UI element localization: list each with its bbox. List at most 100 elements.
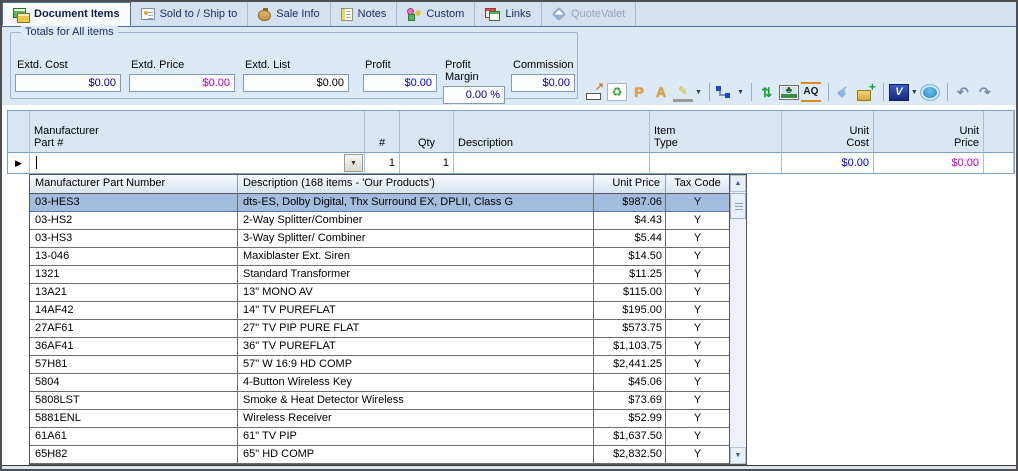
link-items-icon[interactable]: ▼: [715, 85, 744, 100]
notepad-icon: [341, 8, 353, 21]
scroll-up-icon[interactable]: ▲: [730, 175, 746, 192]
col-header-row-selector: [8, 111, 30, 153]
toolbar-separator: ▼: [878, 83, 884, 101]
redo-icon[interactable]: ↷ ▼: [975, 82, 995, 102]
document-items-icon: [13, 8, 29, 21]
toolbar-separator: ▼: [746, 83, 752, 101]
col-header-line-number: #: [365, 111, 400, 153]
tab-links[interactable]: Links: [475, 2, 542, 26]
grab-item-icon[interactable]: ☛ ▼: [834, 82, 854, 102]
part-number-cell[interactable]: ▼: [30, 153, 365, 173]
extd-list-value: $0.00: [243, 74, 349, 92]
aq-etilize-icon[interactable]: AQ ▼: [801, 82, 821, 102]
commission-label: Commission: [513, 59, 575, 71]
extd-price-label: Extd. Price: [131, 59, 235, 71]
text-caret: [36, 156, 37, 169]
dropdown-caret-icon[interactable]: ▼: [911, 89, 918, 96]
qty-cell[interactable]: 1: [400, 153, 454, 173]
scroll-down-icon[interactable]: ▼: [730, 447, 746, 464]
highlighter-icon[interactable]: ✎ ▼: [673, 82, 702, 102]
col-header-filler: [984, 111, 1014, 153]
lookup-row[interactable]: 61A61 61" TV PIP $1,637.50 Y: [30, 428, 729, 446]
dropdown-caret-icon[interactable]: ▼: [737, 89, 744, 96]
field-commission: Commission $0.00: [511, 59, 575, 92]
extd-cost-label: Extd. Cost: [17, 59, 121, 71]
tab-sold-to-ship-to[interactable]: Sold to / Ship to: [131, 2, 249, 26]
lookup-col-part-number[interactable]: Manufacturer Part Number: [30, 175, 238, 194]
tab-quotevalet[interactable]: QuoteValet: [542, 2, 636, 26]
lookup-row[interactable]: 03-HS3 3-Way Splitter/ Combiner $5.44 Y: [30, 230, 729, 248]
product-lookup-dropdown: Manufacturer Part Number Description (16…: [29, 174, 747, 465]
lookup-row[interactable]: 27AF61 27" TV PIP PURE FLAT $573.75 Y: [30, 320, 729, 338]
item-type-cell[interactable]: [650, 153, 782, 173]
lookup-row[interactable]: 5881ENL Wireless Receiver $52.99 Y: [30, 410, 729, 428]
profit-margin-label: Profit Margin: [445, 59, 505, 83]
col-header-unit-cost: UnitCost: [782, 111, 874, 153]
lookup-row[interactable]: 57H81 57" W 16:9 HD COMP $2,441.25 Y: [30, 356, 729, 374]
lookup-row[interactable]: 03-HS2 2-Way Splitter/Combiner $4.43 Y: [30, 212, 729, 230]
lookup-row[interactable]: 5804 4-Button Wireless Key $45.06 Y: [30, 374, 729, 392]
profit-label: Profit: [365, 59, 437, 71]
quotevalet-menu-icon[interactable]: V ▼: [889, 84, 918, 101]
field-profit-margin: Profit Margin 0.00 %: [443, 59, 505, 104]
line-number-cell[interactable]: 1: [365, 153, 400, 173]
unit-cost-cell[interactable]: $0.00: [782, 153, 874, 173]
add-package-icon[interactable]: ▼: [856, 82, 876, 102]
lookup-rows: 03-HES3 dts-ES, Dolby Digital, Thx Surro…: [30, 194, 729, 464]
lookup-row[interactable]: 13A21 13" MONO AV $115.00 Y: [30, 284, 729, 302]
lookup-row[interactable]: 1321 Standard Transformer $11.25 Y: [30, 266, 729, 284]
part-number-combo[interactable]: ▼: [34, 155, 360, 171]
dropdown-caret-icon[interactable]: ▼: [695, 89, 702, 96]
totals-group: Totals for All items Extd. Cost $0.00 Ex…: [10, 32, 578, 99]
profit-margin-value: 0.00 %: [443, 86, 505, 104]
maximize-row-height-icon[interactable]: ▼: [585, 82, 605, 102]
col-header-description: Description: [454, 111, 650, 153]
restore-row-height-icon[interactable]: ♻ ▼: [607, 83, 627, 101]
lookup-col-tax-code[interactable]: Tax Code: [666, 175, 729, 194]
extd-list-label: Extd. List: [245, 59, 349, 71]
lookup-row[interactable]: 13-046 Maxiblaster Ext. Siren $14.50 Y: [30, 248, 729, 266]
quote-window: Document Items Sold to / Ship to Sale In…: [0, 0, 1018, 471]
tab-bar: Document Items Sold to / Ship to Sale In…: [2, 2, 1016, 27]
tab-custom[interactable]: Custom: [397, 2, 475, 26]
unit-price-cell[interactable]: $0.00: [874, 153, 984, 173]
picture-icon[interactable]: ♣ ▼: [779, 85, 799, 100]
scrollbar-thumb[interactable]: [730, 193, 746, 219]
lookup-row[interactable]: 5808LST Smoke & Heat Detector Wireless $…: [30, 392, 729, 410]
toolbar-separator: ▼: [942, 83, 948, 101]
tab-notes[interactable]: Notes: [331, 2, 398, 26]
lookup-row[interactable]: 65H82 65" HD COMP $2,832.50 Y: [30, 446, 729, 464]
lookup-row[interactable]: 03-HES3 dts-ES, Dolby Digital, Thx Surro…: [30, 194, 729, 212]
window-bottom-strip: [2, 465, 1016, 469]
font-format-icon[interactable]: A ▼: [651, 82, 671, 102]
lookup-scrollbar[interactable]: ▲ ▼: [729, 175, 746, 464]
tab-document-items[interactable]: Document Items: [2, 2, 131, 26]
quotevalet-status-icon[interactable]: ▼: [920, 84, 940, 101]
toolbar-separator: ▼: [704, 83, 710, 101]
toolbar-separator: ▼: [823, 83, 829, 101]
totals-group-title: Totals for All items: [21, 26, 118, 38]
toolbar: ▼ ♻ ▼ P ▼ A ▼ ✎ ▼ ▼: [585, 81, 995, 103]
field-extd-price: Extd. Price $0.00: [129, 59, 235, 92]
field-extd-cost: Extd. Cost $0.00: [15, 59, 121, 92]
lookup-col-description[interactable]: Description (168 items - 'Our Products'): [238, 175, 594, 194]
line-items-grid: ManufacturerPart # # Qty Description Ite…: [7, 110, 1015, 174]
tab-sale-info[interactable]: Sale Info: [248, 2, 330, 26]
extd-cost-value: $0.00: [15, 74, 121, 92]
linked-windows-icon: [485, 8, 500, 21]
profit-value: $0.00: [363, 74, 437, 92]
col-header-manufacturer-part: ManufacturerPart #: [30, 111, 365, 153]
lookup-row[interactable]: 14AF42 14" TV PUREFLAT $195.00 Y: [30, 302, 729, 320]
filler-cell: [984, 153, 1014, 173]
paragraph-format-icon[interactable]: P ▼: [629, 82, 649, 102]
refresh-prices-icon[interactable]: ⇅ ▼: [757, 82, 777, 102]
lookup-row[interactable]: 36AF41 36" TV PUREFLAT $1,103.75 Y: [30, 338, 729, 356]
description-cell[interactable]: [454, 153, 650, 173]
combo-dropdown-button[interactable]: ▼: [344, 154, 363, 172]
lookup-col-unit-price[interactable]: Unit Price: [594, 175, 666, 194]
undo-icon[interactable]: ↶ ▼: [953, 82, 973, 102]
address-card-icon: [141, 8, 155, 20]
lookup-header: Manufacturer Part Number Description (16…: [30, 175, 729, 194]
extd-price-value: $0.00: [129, 74, 235, 92]
col-header-item-type: ItemType: [650, 111, 782, 153]
